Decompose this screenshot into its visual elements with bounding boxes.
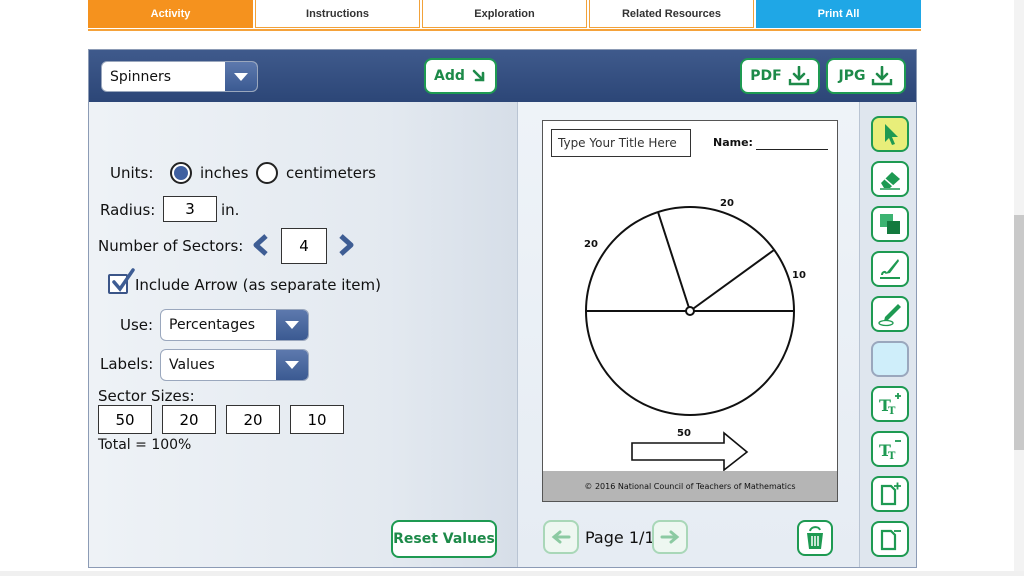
use-label: Use: [120,316,154,334]
chevron-down-icon [276,350,308,380]
item-type-select[interactable]: Spinners [101,61,258,92]
tab-instructions[interactable]: Instructions [255,0,420,28]
sectors-input[interactable]: 4 [281,228,327,264]
paint-brush-icon [880,259,900,279]
use-value: Percentages [169,317,256,333]
decrease-text-tool[interactable]: T T [871,431,909,467]
chevron-down-icon [225,62,257,91]
radius-label: Radius: [100,201,156,219]
eraser-icon [880,172,900,190]
radius-input[interactable]: 3 [163,196,217,222]
spinner-app: Spinners Add PDF JPG Units: inches centi… [88,49,917,568]
sectors-label: Number of Sectors: [98,237,244,255]
printable-page: Type Your Title Here Name: 20 20 10 50 ©… [542,120,838,502]
sector-size-input-1[interactable]: 50 [98,405,152,434]
chevron-left-icon[interactable] [252,234,270,256]
units-label: Units: [110,164,154,182]
add-page-tool[interactable] [871,476,909,512]
add-button[interactable]: Add [424,58,497,94]
preview-panel: Type Your Title Here Name: 20 20 10 50 ©… [517,102,859,567]
pointer-icon [885,124,898,145]
tab-activity[interactable]: Activity [88,0,253,28]
radio-centimeters[interactable] [256,162,278,184]
radius-unit: in. [221,201,240,219]
chevron-down-icon [276,310,308,340]
page-bottom-edge [0,571,1024,576]
top-tab-bar: Activity Instructions Exploration Relate… [88,0,921,30]
increase-text-tool[interactable]: T T [871,386,909,422]
sector-label: 10 [792,270,806,281]
arrow-left-icon [551,530,571,544]
radio-inches-label[interactable]: inches [200,164,248,182]
svg-text:T: T [888,451,896,462]
jpg-label: JPG [838,68,866,84]
radio-centimeters-label[interactable]: centimeters [286,164,376,182]
sector-label: 20 [720,198,734,209]
eraser-tool[interactable] [871,161,909,197]
tab-print-all[interactable]: Print All [756,0,921,28]
sector-size-input-4[interactable]: 10 [290,405,344,434]
fill-brush-tool[interactable] [871,251,909,287]
item-type-value: Spinners [110,68,172,85]
pdf-label: PDF [750,68,782,84]
arrow-right-icon [660,530,680,544]
tab-divider [88,29,921,31]
next-page-button[interactable] [652,520,688,554]
page-indicator: Page 1/1 [585,528,655,547]
arrow-label: 50 [677,428,691,439]
checkmark-icon [112,268,135,292]
copyright-footer: © 2016 National Council of Teachers of M… [543,471,837,501]
radio-inches[interactable] [170,162,192,184]
settings-panel: Units: inches centimeters Radius: 3 in. … [89,102,517,567]
text-smaller-icon: T T [879,440,901,462]
text-larger-icon: T T [879,393,901,417]
remove-page-tool[interactable] [871,521,909,557]
svg-text:T: T [888,406,896,417]
app-toolbar: Spinners Add PDF JPG [89,50,916,102]
reset-values-button[interactable]: Reset Values [391,520,497,558]
remove-page-icon [880,529,901,551]
delete-page-button[interactable] [797,520,833,556]
total-text: Total = 100% [98,437,192,453]
page-scrollbar-thumb[interactable] [1014,215,1024,450]
add-page-icon [880,482,901,506]
use-select[interactable]: Percentages [160,309,309,341]
arrow-down-right-icon [472,69,485,82]
layer-order-tool[interactable] [871,206,909,242]
labels-label: Labels: [100,355,154,373]
previous-page-button[interactable] [543,520,579,554]
pen-icon [878,304,901,327]
include-arrow-label[interactable]: Include Arrow (as separate item) [135,276,381,294]
spinner-center [685,306,695,316]
fill-color-swatch[interactable] [871,341,909,377]
reset-values-label: Reset Values [393,531,495,547]
sector-size-input-2[interactable]: 20 [162,405,216,434]
tool-column: T T T T [859,102,916,567]
chevron-right-icon[interactable] [337,234,355,256]
labels-select[interactable]: Values [160,349,309,381]
trash-icon [807,526,823,549]
pdf-download-button[interactable]: PDF [740,58,820,94]
tab-related-resources[interactable]: Related Resources [589,0,754,28]
sector-size-input-3[interactable]: 20 [226,405,280,434]
spinner-drawing: 20 20 10 50 [584,198,806,471]
sector-label: 20 [584,239,598,250]
include-arrow-checkbox[interactable] [108,268,135,294]
pen-tool[interactable] [871,296,909,332]
sector-sizes-label: Sector Sizes: [98,387,195,405]
jpg-download-button[interactable]: JPG [826,58,906,94]
pointer-tool[interactable] [871,116,909,152]
add-label: Add [434,68,465,84]
download-icon [872,66,893,86]
layers-icon [880,214,900,234]
download-icon [788,66,809,86]
labels-value: Values [169,357,215,373]
tab-exploration[interactable]: Exploration [422,0,587,28]
